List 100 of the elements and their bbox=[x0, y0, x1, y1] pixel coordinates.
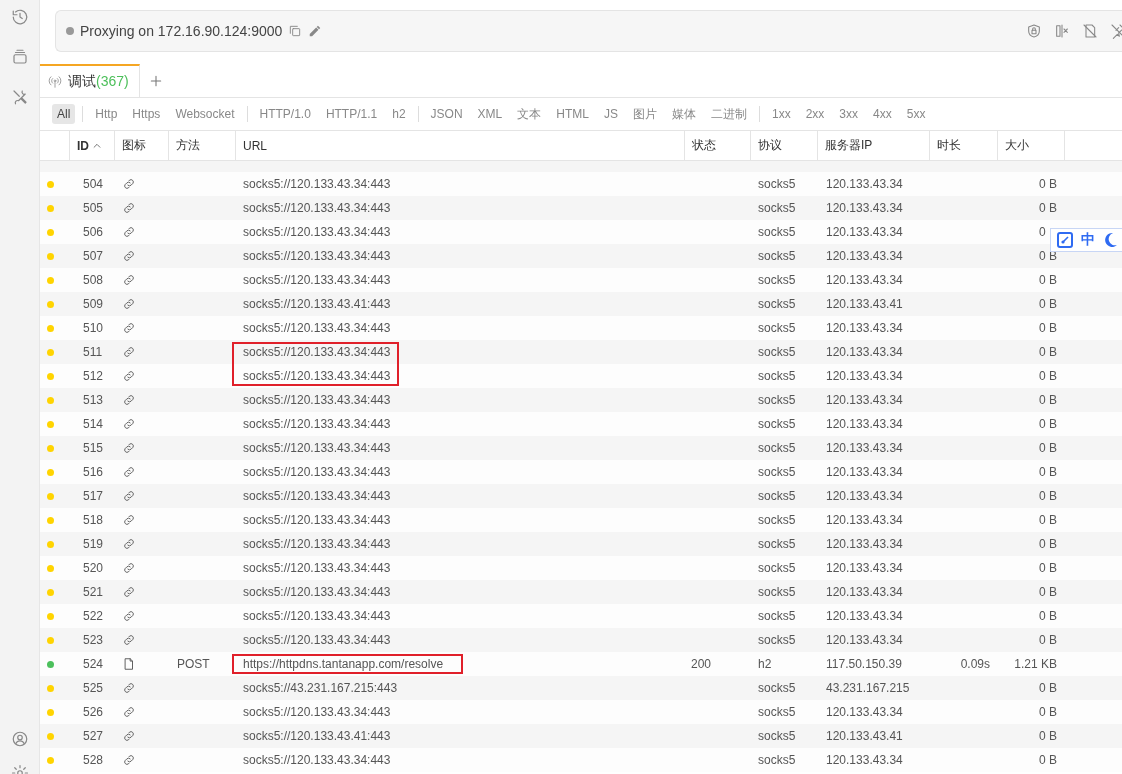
link-icon bbox=[122, 273, 136, 287]
table-cell-text: 0 bbox=[1039, 225, 1047, 239]
table-cell: socks5 bbox=[758, 609, 796, 623]
copy-icon[interactable] bbox=[288, 24, 303, 38]
table-cell: 504 bbox=[83, 177, 104, 191]
table-cell: 0 B bbox=[1039, 633, 1057, 647]
filter-chip[interactable]: All bbox=[52, 104, 76, 124]
table-cell: socks5://120.133.43.34:443 bbox=[243, 417, 391, 431]
table-cell: 120.133.43.34 bbox=[826, 513, 903, 527]
table-cell: 0 B bbox=[1039, 489, 1057, 503]
filter-chip[interactable]: JSON bbox=[425, 104, 468, 124]
filter-chip[interactable]: Websocket bbox=[170, 104, 240, 124]
table-cell: socks5://120.133.43.34:443 bbox=[243, 561, 391, 575]
table-cell: socks5 bbox=[758, 705, 796, 719]
filter-chip[interactable]: 4xx bbox=[868, 104, 897, 124]
table-cell: 0 B bbox=[1039, 369, 1057, 383]
table-cell: 120.133.43.34 bbox=[826, 753, 903, 767]
filter-chip[interactable]: 媒体 bbox=[667, 102, 701, 126]
column-header[interactable]: 状态 bbox=[684, 131, 750, 160]
column-header[interactable]: 时长 bbox=[929, 131, 997, 160]
table-cell: 518 bbox=[83, 513, 104, 527]
filter-chip[interactable]: 文本 bbox=[512, 102, 547, 126]
table-cell: socks5://120.133.43.34:443 bbox=[243, 201, 391, 215]
table-cell: 1.21 KB bbox=[1014, 657, 1057, 671]
table-cell: 120.133.43.34 bbox=[826, 345, 903, 359]
table-cell: 120.133.43.34 bbox=[826, 417, 903, 431]
table-cell: 0 B bbox=[1039, 561, 1057, 575]
pin-off-icon[interactable] bbox=[1110, 23, 1122, 39]
link-icon bbox=[122, 705, 136, 719]
table-cell: 0 B bbox=[1039, 201, 1057, 215]
column-header[interactable]: URL bbox=[235, 131, 684, 160]
table-cell: 120.133.43.34 bbox=[826, 177, 903, 191]
table-cell: 0 B bbox=[1039, 729, 1057, 743]
table-cell: 120.133.43.34 bbox=[826, 321, 903, 335]
filter-chip[interactable]: 1xx bbox=[767, 104, 796, 124]
table-cell: 0 B bbox=[1039, 681, 1057, 695]
pencil-icon[interactable] bbox=[308, 24, 323, 38]
table-cell: 524 bbox=[83, 657, 104, 671]
moon-icon[interactable] bbox=[1103, 232, 1117, 248]
table-cell: 120.133.43.34 bbox=[826, 585, 903, 599]
ime-panel-icon[interactable] bbox=[1057, 232, 1073, 248]
filter-chip[interactable]: 图片 bbox=[628, 102, 662, 126]
ime-mode[interactable]: 中 bbox=[1081, 231, 1095, 249]
table-cell: 0 B bbox=[1039, 585, 1057, 599]
table-cell: socks5://120.133.43.34:443 bbox=[243, 273, 391, 287]
filter-chip[interactable]: HTTP/1.0 bbox=[254, 104, 316, 124]
column-header[interactable]: 大小 bbox=[997, 131, 1064, 160]
filter-chip[interactable]: HTTP/1.1 bbox=[320, 104, 383, 124]
table-cell: 117.50.150.39 bbox=[826, 657, 902, 671]
filter-chip[interactable]: 二进制 bbox=[706, 102, 752, 126]
table-cell: socks5://120.133.43.34:443 bbox=[243, 321, 391, 335]
table-cell: 505 bbox=[83, 201, 104, 215]
filter-chip[interactable]: 2xx bbox=[800, 104, 830, 124]
table-cell: 515 bbox=[83, 441, 104, 455]
table-cell: POST bbox=[177, 657, 210, 671]
filter-chip[interactable]: Https bbox=[127, 104, 166, 124]
table-cell: socks5 bbox=[758, 225, 796, 239]
column-header[interactable]: ID bbox=[69, 131, 114, 160]
file-icon bbox=[122, 657, 136, 671]
link-icon bbox=[122, 393, 136, 407]
link-icon bbox=[122, 417, 136, 431]
filter-chip[interactable]: 3xx bbox=[834, 104, 864, 124]
link-icon bbox=[122, 633, 136, 647]
filter-chip[interactable]: JS bbox=[598, 104, 623, 124]
table-cell: 0 B bbox=[1039, 609, 1057, 623]
table-cell: 0 B bbox=[1039, 321, 1057, 335]
filter-chip[interactable]: XML bbox=[472, 104, 508, 124]
table-cell: https://httpdns.tantanapp.com/resolve bbox=[243, 657, 444, 671]
link-icon bbox=[122, 321, 136, 335]
filter-chip[interactable]: HTML bbox=[551, 104, 594, 124]
antenna-icon bbox=[48, 74, 62, 89]
table-cell: 0 B bbox=[1039, 393, 1057, 407]
proxy-status: Proxying on 172.16.90.124:9000 bbox=[80, 23, 283, 39]
table-cell: 120.133.43.34 bbox=[826, 609, 903, 623]
link-icon bbox=[122, 249, 136, 263]
table-cell: 0 B bbox=[1039, 705, 1057, 719]
status-dot-icon bbox=[66, 27, 74, 35]
column-header[interactable]: 服务器IP bbox=[817, 131, 929, 160]
link-icon bbox=[122, 729, 136, 743]
column-header[interactable]: 协议 bbox=[750, 131, 817, 160]
link-icon bbox=[122, 369, 136, 383]
table-cell: 507 bbox=[83, 249, 104, 263]
table-cell: 519 bbox=[83, 537, 104, 551]
filter-chip[interactable]: Http bbox=[90, 104, 123, 124]
file-off-icon[interactable] bbox=[1082, 23, 1098, 39]
filter-chip[interactable]: h2 bbox=[387, 104, 411, 124]
column-header[interactable]: 方法 bbox=[168, 131, 235, 160]
table-cell: socks5://120.133.43.34:443 bbox=[243, 609, 391, 623]
table-cell: 120.133.43.34 bbox=[826, 465, 903, 479]
column-header[interactable]: 图标 bbox=[114, 131, 168, 160]
session-tab[interactable]: 调试(367) bbox=[40, 64, 140, 97]
table-cell: socks5://120.133.43.34:443 bbox=[243, 177, 391, 191]
filter-chip[interactable]: 5xx bbox=[901, 104, 931, 124]
link-icon bbox=[122, 489, 136, 503]
table-cell: 43.231.167.215 bbox=[826, 681, 910, 695]
shield-lock-icon[interactable] bbox=[1026, 23, 1042, 39]
table-cell: socks5 bbox=[758, 345, 796, 359]
split-x-icon[interactable] bbox=[1054, 23, 1070, 39]
table-cell: 120.133.43.34 bbox=[826, 633, 903, 647]
table-cell: 526 bbox=[83, 705, 104, 719]
